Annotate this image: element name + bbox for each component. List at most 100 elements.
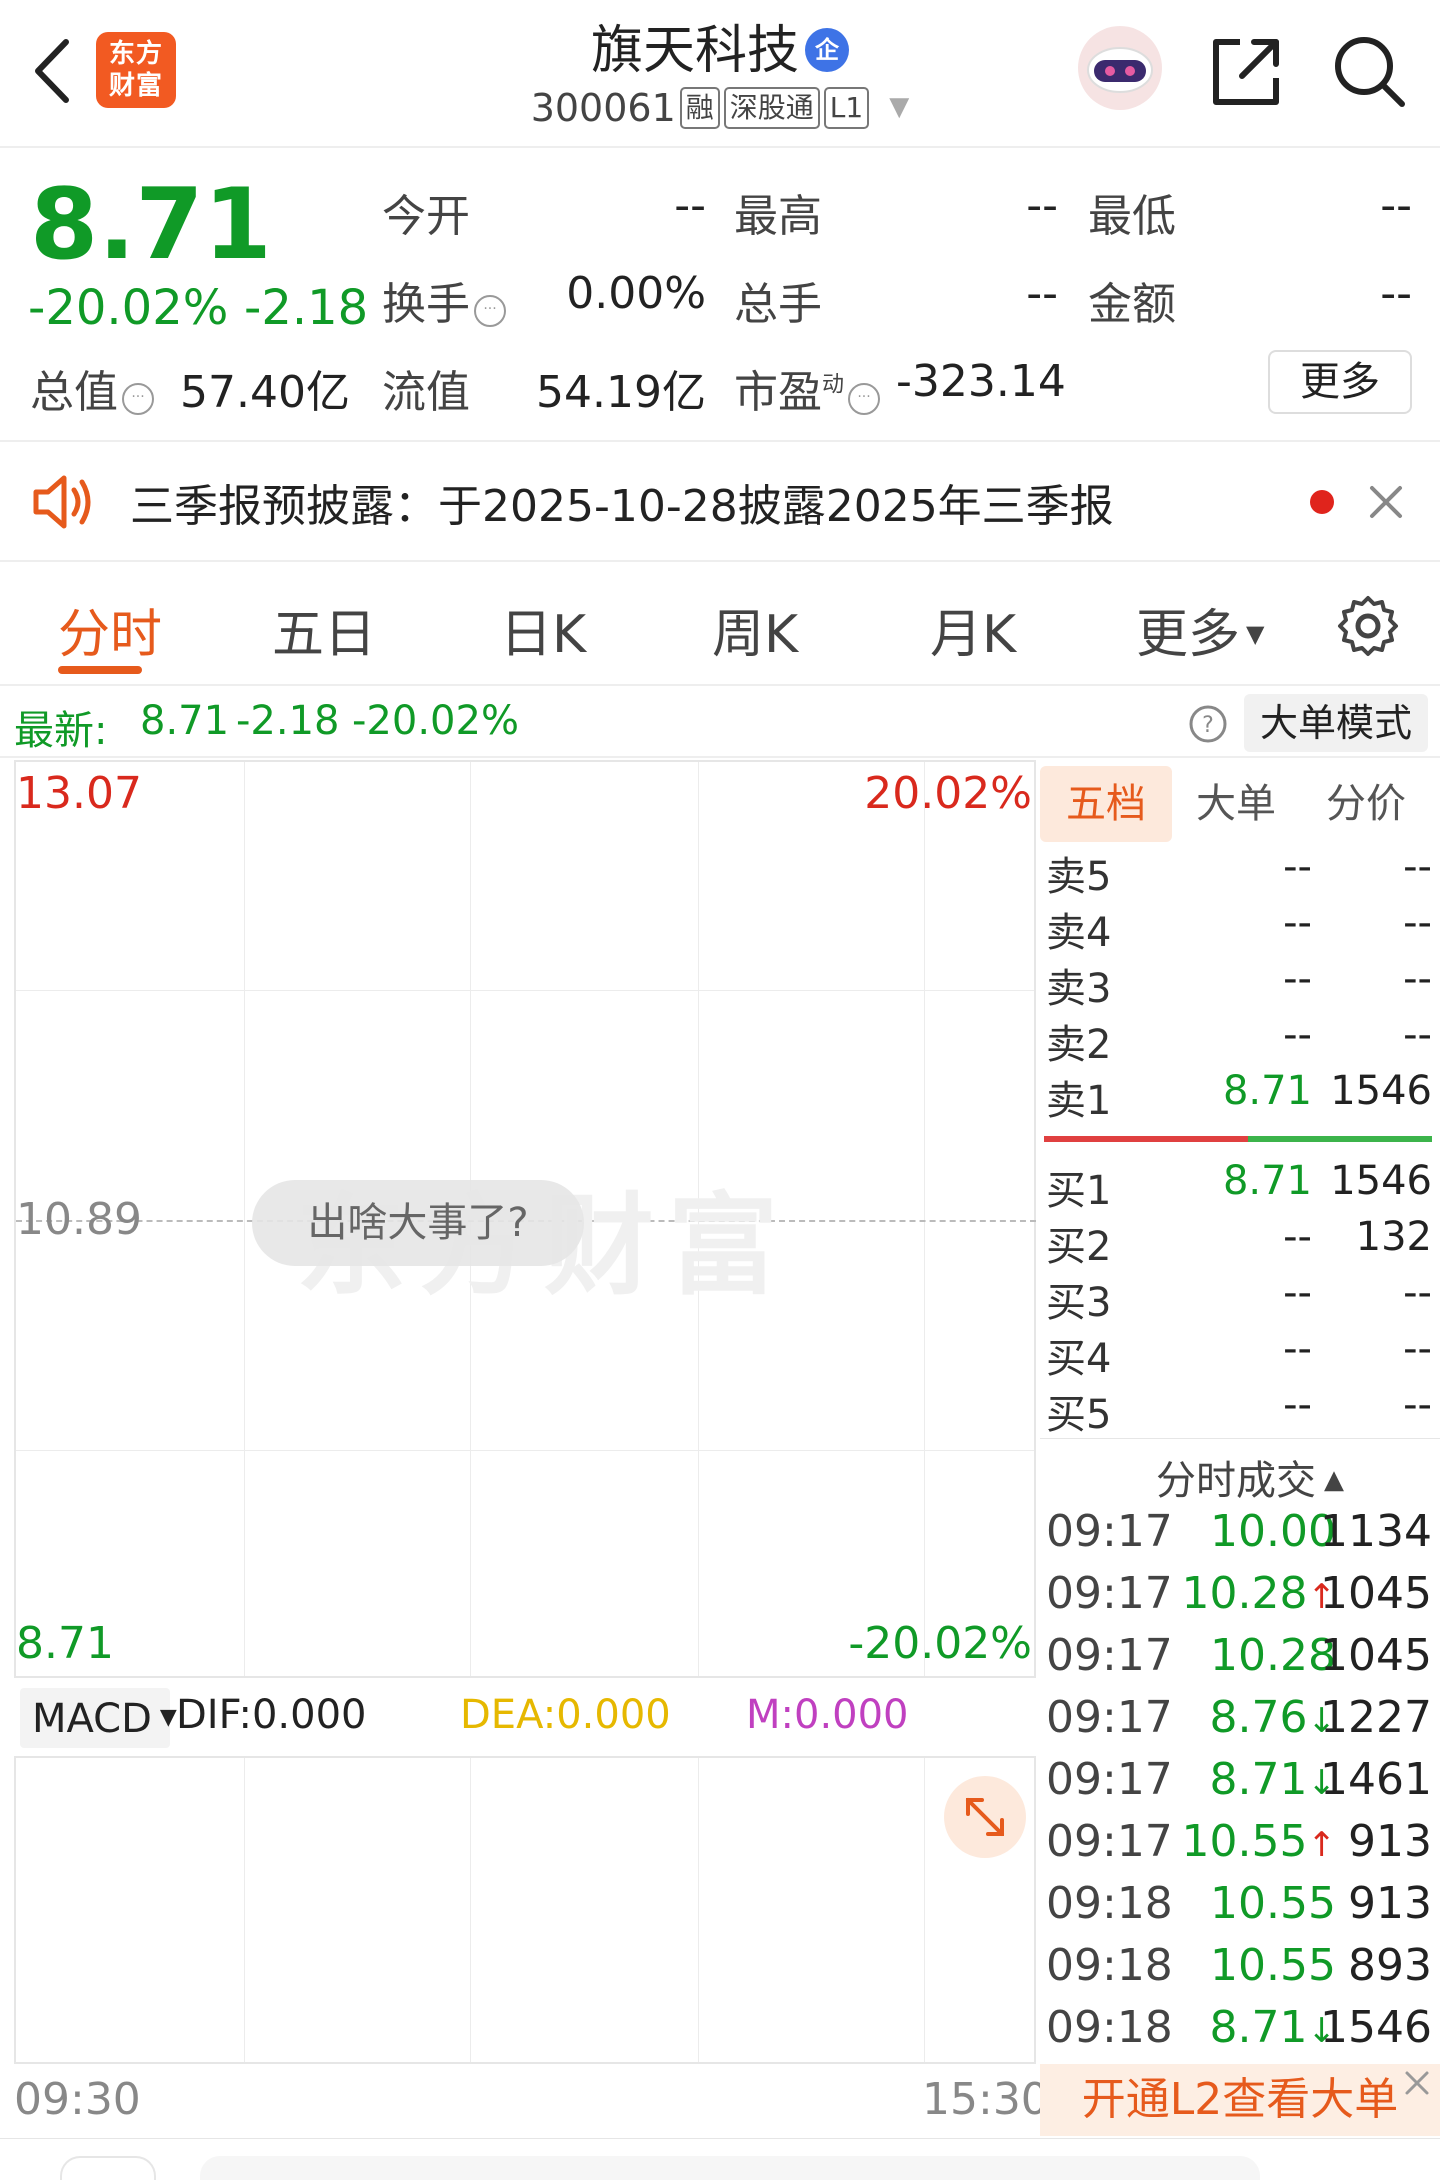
macd-dif: DIF:0.000 <box>176 1692 367 1738</box>
dropdown-caret-icon[interactable]: ▼ <box>889 92 909 122</box>
tab-daily-k[interactable]: 日K <box>500 592 586 667</box>
buy-price: -- <box>1283 1382 1312 1428</box>
buy-price: 8.71 <box>1222 1158 1312 1204</box>
latest-label: 最新: <box>14 708 108 754</box>
buy-price: -- <box>1283 1326 1312 1372</box>
trades-title[interactable]: 分时成交 ▲ <box>1156 1448 1344 1506</box>
close-icon[interactable] <box>1366 482 1406 522</box>
buy-volume: -- <box>1403 1382 1432 1428</box>
trade-price-value: 8.71 <box>1209 2002 1308 2053</box>
search-icon[interactable] <box>1330 32 1410 112</box>
trade-row: 09:18 10.55 913 <box>1040 1878 1432 1940</box>
trade-price: 10.55 <box>1210 1940 1336 1991</box>
pe-label[interactable]: 市盈动 ··· <box>734 356 881 420</box>
trade-price-value: 10.00 <box>1210 1506 1336 1557</box>
trade-price-value: 10.55 <box>1210 1878 1336 1929</box>
trade-time: 09:17 <box>1046 1754 1173 1805</box>
pct-axis-top-label: 20.02% <box>864 768 1032 819</box>
l2-upgrade-banner[interactable]: 开通L2查看大单 <box>1040 2064 1440 2136</box>
macd-dea: DEA:0.000 <box>460 1692 671 1738</box>
more-fields-button[interactable]: 更多 <box>1268 350 1412 414</box>
share-icon[interactable] <box>1210 34 1284 108</box>
info-dots-icon: ··· <box>848 383 881 415</box>
indicator-selector[interactable]: MACD ▼ <box>20 1688 177 1748</box>
tag-margin: 融 <box>679 87 720 129</box>
buy-label: 买2 <box>1046 1224 1112 1270</box>
macd-chart[interactable] <box>14 1756 1036 2064</box>
trade-price: 8.71↓ <box>1210 1754 1336 1805</box>
trade-price: 10.55↑ <box>1182 1816 1336 1867</box>
enterprise-badge: 企 <box>805 28 849 72</box>
tab-monthly-k[interactable]: 月K <box>930 592 1016 667</box>
time-start-label: 09:30 <box>14 2074 141 2125</box>
mktcap-label[interactable]: 总值 ··· <box>30 356 154 420</box>
trade-price-value: 10.28 <box>1181 1568 1308 1619</box>
intraday-chart[interactable]: 东方财富 出啥大事了? 13.07 10.89 8.71 20.02% -20.… <box>14 760 1036 1678</box>
mktcap-label-text: 总值 <box>30 367 118 418</box>
robot-assistant-icon[interactable] <box>1076 24 1164 112</box>
expand-chart-button[interactable] <box>944 1776 1026 1858</box>
amount-value: -- <box>1380 268 1412 319</box>
buy-volume: -- <box>1403 1270 1432 1316</box>
dropdown-caret-icon: ▼ <box>159 1705 177 1730</box>
book-tab-five-level[interactable]: 五档 <box>1040 766 1172 842</box>
big-order-mode-button[interactable]: 大单模式 <box>1244 694 1428 752</box>
sell-label: 卖3 <box>1046 966 1112 1012</box>
trade-volume: 893 <box>1348 1940 1432 1991</box>
sell-strength-bar <box>1044 1136 1248 1142</box>
buy-strength-bar <box>1248 1136 1432 1142</box>
tab-intraday[interactable]: 分时 <box>58 592 162 667</box>
change-percent: -20.02% <box>28 280 229 336</box>
book-tab-price-dist[interactable]: 分价 <box>1306 766 1426 842</box>
trade-volume: 1134 <box>1320 1506 1432 1557</box>
buy-volume: 132 <box>1355 1214 1432 1260</box>
bottom-nav-item[interactable] <box>60 2156 156 2180</box>
comment-input[interactable] <box>200 2156 1260 2180</box>
trade-time: 09:17 <box>1046 1568 1173 1619</box>
macd-m: M:0.000 <box>746 1692 909 1738</box>
collapse-up-icon: ▲ <box>1324 1465 1344 1495</box>
buy-volume: 1546 <box>1330 1158 1432 1204</box>
book-tab-big-order[interactable]: 大单 <box>1176 766 1296 842</box>
trade-price: 10.28↑ <box>1182 1568 1336 1619</box>
volume-value: -- <box>1026 268 1058 319</box>
sell-volume: -- <box>1403 844 1432 890</box>
current-price: 8.71 <box>30 168 272 282</box>
turnover-label[interactable]: 换手 ··· <box>382 268 506 332</box>
trade-price-value: 10.55 <box>1181 1816 1308 1867</box>
buy-volume: -- <box>1403 1326 1432 1372</box>
close-banner-icon[interactable] <box>1402 2068 1432 2098</box>
buy-price: -- <box>1283 1270 1312 1316</box>
trade-row: 09:17 8.76↓ 1227 <box>1040 1692 1432 1754</box>
settings-gear-icon[interactable] <box>1336 594 1400 658</box>
sell-volume: -- <box>1403 1012 1432 1058</box>
float-label: 流值 <box>382 367 470 418</box>
sell-row: 卖1 8.71 1546 <box>1040 1068 1432 1124</box>
active-tab-underline <box>58 666 142 674</box>
tab-five-day[interactable]: 五日 <box>272 592 376 667</box>
tab-weekly-k[interactable]: 周K <box>712 592 798 667</box>
tab-more[interactable]: 更多 ▼ <box>1136 592 1264 667</box>
speaker-icon <box>33 475 91 529</box>
trades-title-text: 分时成交 <box>1156 1458 1316 1504</box>
trade-price: 8.71↓ <box>1210 2002 1336 2053</box>
help-icon[interactable]: ? <box>1188 704 1228 744</box>
buy-row: 买1 8.71 1546 <box>1040 1158 1432 1214</box>
pe-label-text: 市盈 <box>734 367 822 418</box>
trade-row: 09:17 10.00 1134 <box>1040 1506 1432 1568</box>
high-value: -- <box>1026 180 1058 231</box>
divider <box>0 2138 1440 2139</box>
trade-price-value: 10.55 <box>1210 1940 1336 1991</box>
tab-more-label: 更多 <box>1136 605 1241 665</box>
indicator-name: MACD <box>32 1696 152 1742</box>
notice-bar[interactable]: 三季报预披露：于2025-10-28披露2025年三季报 <box>0 442 1440 562</box>
float-value: 54.19亿 <box>536 367 706 418</box>
sell-label: 卖2 <box>1046 1022 1112 1068</box>
grid-line <box>924 762 925 1676</box>
trade-price-value: 8.76 <box>1209 1692 1308 1743</box>
open-label: 今开 <box>382 191 470 242</box>
trade-price: 8.76↓ <box>1210 1692 1336 1743</box>
y-axis-top-label: 13.07 <box>16 768 142 819</box>
news-bubble[interactable]: 出啥大事了? <box>252 1180 584 1266</box>
latest-change: -2.18 <box>236 698 340 744</box>
